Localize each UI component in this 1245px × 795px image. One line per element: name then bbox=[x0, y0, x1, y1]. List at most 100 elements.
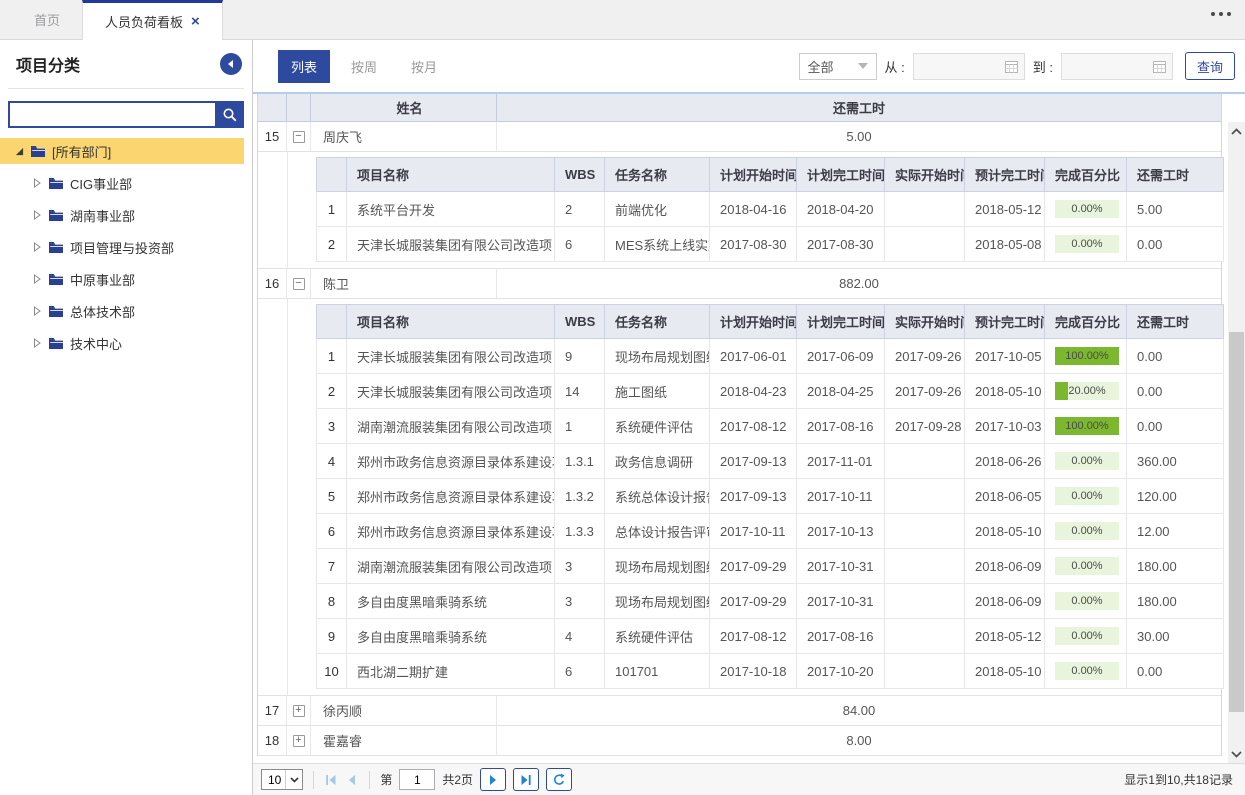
task-row: 5郑州市政务信息资源目录体系建设项目1.3.2系统总体设计报告2017-09-1… bbox=[317, 479, 1224, 514]
scroll-down-icon[interactable] bbox=[1228, 745, 1245, 763]
actual-start-date-cell bbox=[885, 227, 965, 262]
folder-icon bbox=[48, 209, 64, 222]
page-size-select[interactable]: 10 bbox=[261, 769, 303, 790]
scroll-up-icon[interactable] bbox=[1228, 122, 1245, 140]
query-button[interactable]: 查询 bbox=[1185, 52, 1235, 80]
percent-complete-cell: 0.00% bbox=[1045, 654, 1127, 689]
task-name-cell: 政务信息调研 bbox=[605, 444, 710, 479]
refresh-icon bbox=[552, 773, 566, 787]
first-page-button[interactable] bbox=[324, 773, 338, 787]
tab-bar: 首页 人员负荷看板 × bbox=[0, 0, 1245, 40]
wbs-cell: 1.3.2 bbox=[555, 479, 605, 514]
chevron-down-icon bbox=[858, 63, 868, 69]
plan-start-date-cell: 2017-08-12 bbox=[710, 409, 797, 444]
tree-collapsed-icon[interactable] bbox=[32, 274, 42, 284]
task-row: 2天津长城服装集团有限公司改造项目14施工图纸2018-04-232018-04… bbox=[317, 374, 1224, 409]
task-row: 7湖南潮流服装集团有限公司改造项目3现场布局规划图绘2017-09-292017… bbox=[317, 549, 1224, 584]
task-seq-cell: 9 bbox=[317, 619, 347, 654]
tree-collapsed-icon[interactable] bbox=[32, 242, 42, 252]
search-button[interactable] bbox=[215, 101, 244, 128]
remaining-hours-column-header: 还需工时 bbox=[497, 94, 1221, 121]
tree-node-department[interactable]: CIG事业部 bbox=[0, 170, 252, 196]
page-label: 第 bbox=[380, 771, 392, 788]
close-tab-icon[interactable]: × bbox=[191, 14, 200, 29]
view-tab-month[interactable]: 按月 bbox=[398, 50, 450, 83]
more-options-icon[interactable] bbox=[1211, 12, 1231, 16]
percent-complete-cell: 100.00% bbox=[1045, 339, 1127, 374]
progress-bar: 0.00% bbox=[1055, 200, 1119, 218]
tab-home[interactable]: 首页 bbox=[12, 0, 82, 39]
tree-node-department[interactable]: 总体技术部 bbox=[0, 298, 252, 324]
collapse-sidebar-button[interactable] bbox=[220, 53, 242, 75]
percent-complete-cell: 0.00% bbox=[1045, 444, 1127, 479]
tree-collapsed-icon[interactable] bbox=[32, 338, 42, 348]
expected-end-date-cell: 2018-05-12 bbox=[965, 192, 1045, 227]
sidebar: 项目分类 [所有部门]CIG事业部湖南事业部项目管理与投资部中原事业部总体技术部… bbox=[0, 40, 253, 795]
tree-search-input[interactable] bbox=[8, 101, 215, 128]
tree-node-label: 项目管理与投资部 bbox=[70, 238, 174, 257]
plan-end-date-cell: 2018-04-25 bbox=[797, 374, 885, 409]
task-seq-cell: 10 bbox=[317, 654, 347, 689]
tab-personnel-load-label: 人员负荷看板 bbox=[105, 12, 183, 31]
percent-complete-cell: 0.00% bbox=[1045, 514, 1127, 549]
remaining-hours-cell: 120.00 bbox=[1127, 479, 1224, 514]
person-name: 周庆飞 bbox=[311, 122, 497, 151]
wbs-cell: 14 bbox=[555, 374, 605, 409]
remaining-hours-cell: 360.00 bbox=[1127, 444, 1224, 479]
page-number-input[interactable] bbox=[399, 769, 435, 790]
progress-bar: 0.00% bbox=[1055, 487, 1119, 505]
scope-select[interactable]: 全部 bbox=[799, 53, 877, 80]
task-row: 3湖南潮流服装集团有限公司改造项目1系统硬件评估2017-08-122017-0… bbox=[317, 409, 1224, 444]
calendar-icon bbox=[1152, 59, 1167, 74]
main-panel: 列表 按周 按月 全部 从 : bbox=[253, 40, 1245, 795]
scroll-thumb[interactable] bbox=[1229, 332, 1244, 712]
expand-row-icon[interactable]: + bbox=[293, 735, 305, 747]
tree-expanded-icon[interactable] bbox=[14, 147, 24, 156]
toolbar: 列表 按周 按月 全部 从 : bbox=[253, 40, 1245, 92]
view-tab-week[interactable]: 按周 bbox=[338, 50, 390, 83]
tree-node-department[interactable]: 项目管理与投资部 bbox=[0, 234, 252, 260]
record-count-status: 显示1到10,共18记录 bbox=[1124, 771, 1233, 788]
wbs-cell: 2 bbox=[555, 192, 605, 227]
task-seq-cell: 4 bbox=[317, 444, 347, 479]
person-name: 霍嘉睿 bbox=[311, 726, 497, 755]
plan-start-date-cell: 2017-06-01 bbox=[710, 339, 797, 374]
tab-personnel-load[interactable]: 人员负荷看板 × bbox=[82, 0, 223, 40]
plan-end-date-cell: 2017-06-09 bbox=[797, 339, 885, 374]
task-name-cell: 前端优化 bbox=[605, 192, 710, 227]
previous-page-button[interactable] bbox=[345, 773, 359, 787]
collapse-row-icon[interactable]: − bbox=[293, 131, 305, 143]
plan-end-date-cell: 2017-08-16 bbox=[797, 409, 885, 444]
tree-collapsed-icon[interactable] bbox=[32, 306, 42, 316]
percent-complete-cell: 0.00% bbox=[1045, 619, 1127, 654]
vertical-scrollbar[interactable] bbox=[1228, 122, 1245, 763]
project-name-cell: 系统平台开发 bbox=[347, 192, 555, 227]
person-remaining-hours: 84.00 bbox=[497, 696, 1221, 725]
remaining-hours-cell: 0.00 bbox=[1127, 227, 1224, 262]
last-page-button[interactable] bbox=[513, 768, 539, 791]
tree-node-department[interactable]: 中原事业部 bbox=[0, 266, 252, 292]
view-tab-list[interactable]: 列表 bbox=[278, 50, 330, 83]
next-page-button[interactable] bbox=[480, 768, 506, 791]
tree-node-all-departments[interactable]: [所有部门] bbox=[0, 138, 244, 164]
task-table-header: 项目名称WBS任务名称计划开始时间计划完工时间实际开始时间预计完工时间完成百分比… bbox=[317, 305, 1224, 339]
tree-collapsed-icon[interactable] bbox=[32, 210, 42, 220]
project-name-cell: 湖南潮流服装集团有限公司改造项目 bbox=[347, 409, 555, 444]
date-to-input[interactable] bbox=[1061, 53, 1173, 80]
expected-end-date-cell: 2018-06-05 bbox=[965, 479, 1045, 514]
tree-collapsed-icon[interactable] bbox=[32, 178, 42, 188]
wbs-cell: 1 bbox=[555, 409, 605, 444]
progress-bar: 100.00% bbox=[1055, 417, 1119, 435]
task-row: 10西北湖二期扩建61017012017-10-182017-10-202018… bbox=[317, 654, 1224, 689]
expand-row-icon[interactable]: + bbox=[293, 705, 305, 717]
date-from-input[interactable] bbox=[913, 53, 1025, 80]
wbs-cell: 9 bbox=[555, 339, 605, 374]
tree-node-department[interactable]: 技术中心 bbox=[0, 330, 252, 356]
refresh-button[interactable] bbox=[546, 768, 572, 791]
tree-node-department[interactable]: 湖南事业部 bbox=[0, 202, 252, 228]
collapse-row-icon[interactable]: − bbox=[293, 278, 305, 290]
tree-node-label: 湖南事业部 bbox=[70, 206, 135, 225]
person-row: 18+霍嘉睿8.00 bbox=[258, 726, 1221, 756]
calendar-icon bbox=[1004, 59, 1019, 74]
task-table: 项目名称WBS任务名称计划开始时间计划完工时间实际开始时间预计完工时间完成百分比… bbox=[316, 304, 1224, 689]
